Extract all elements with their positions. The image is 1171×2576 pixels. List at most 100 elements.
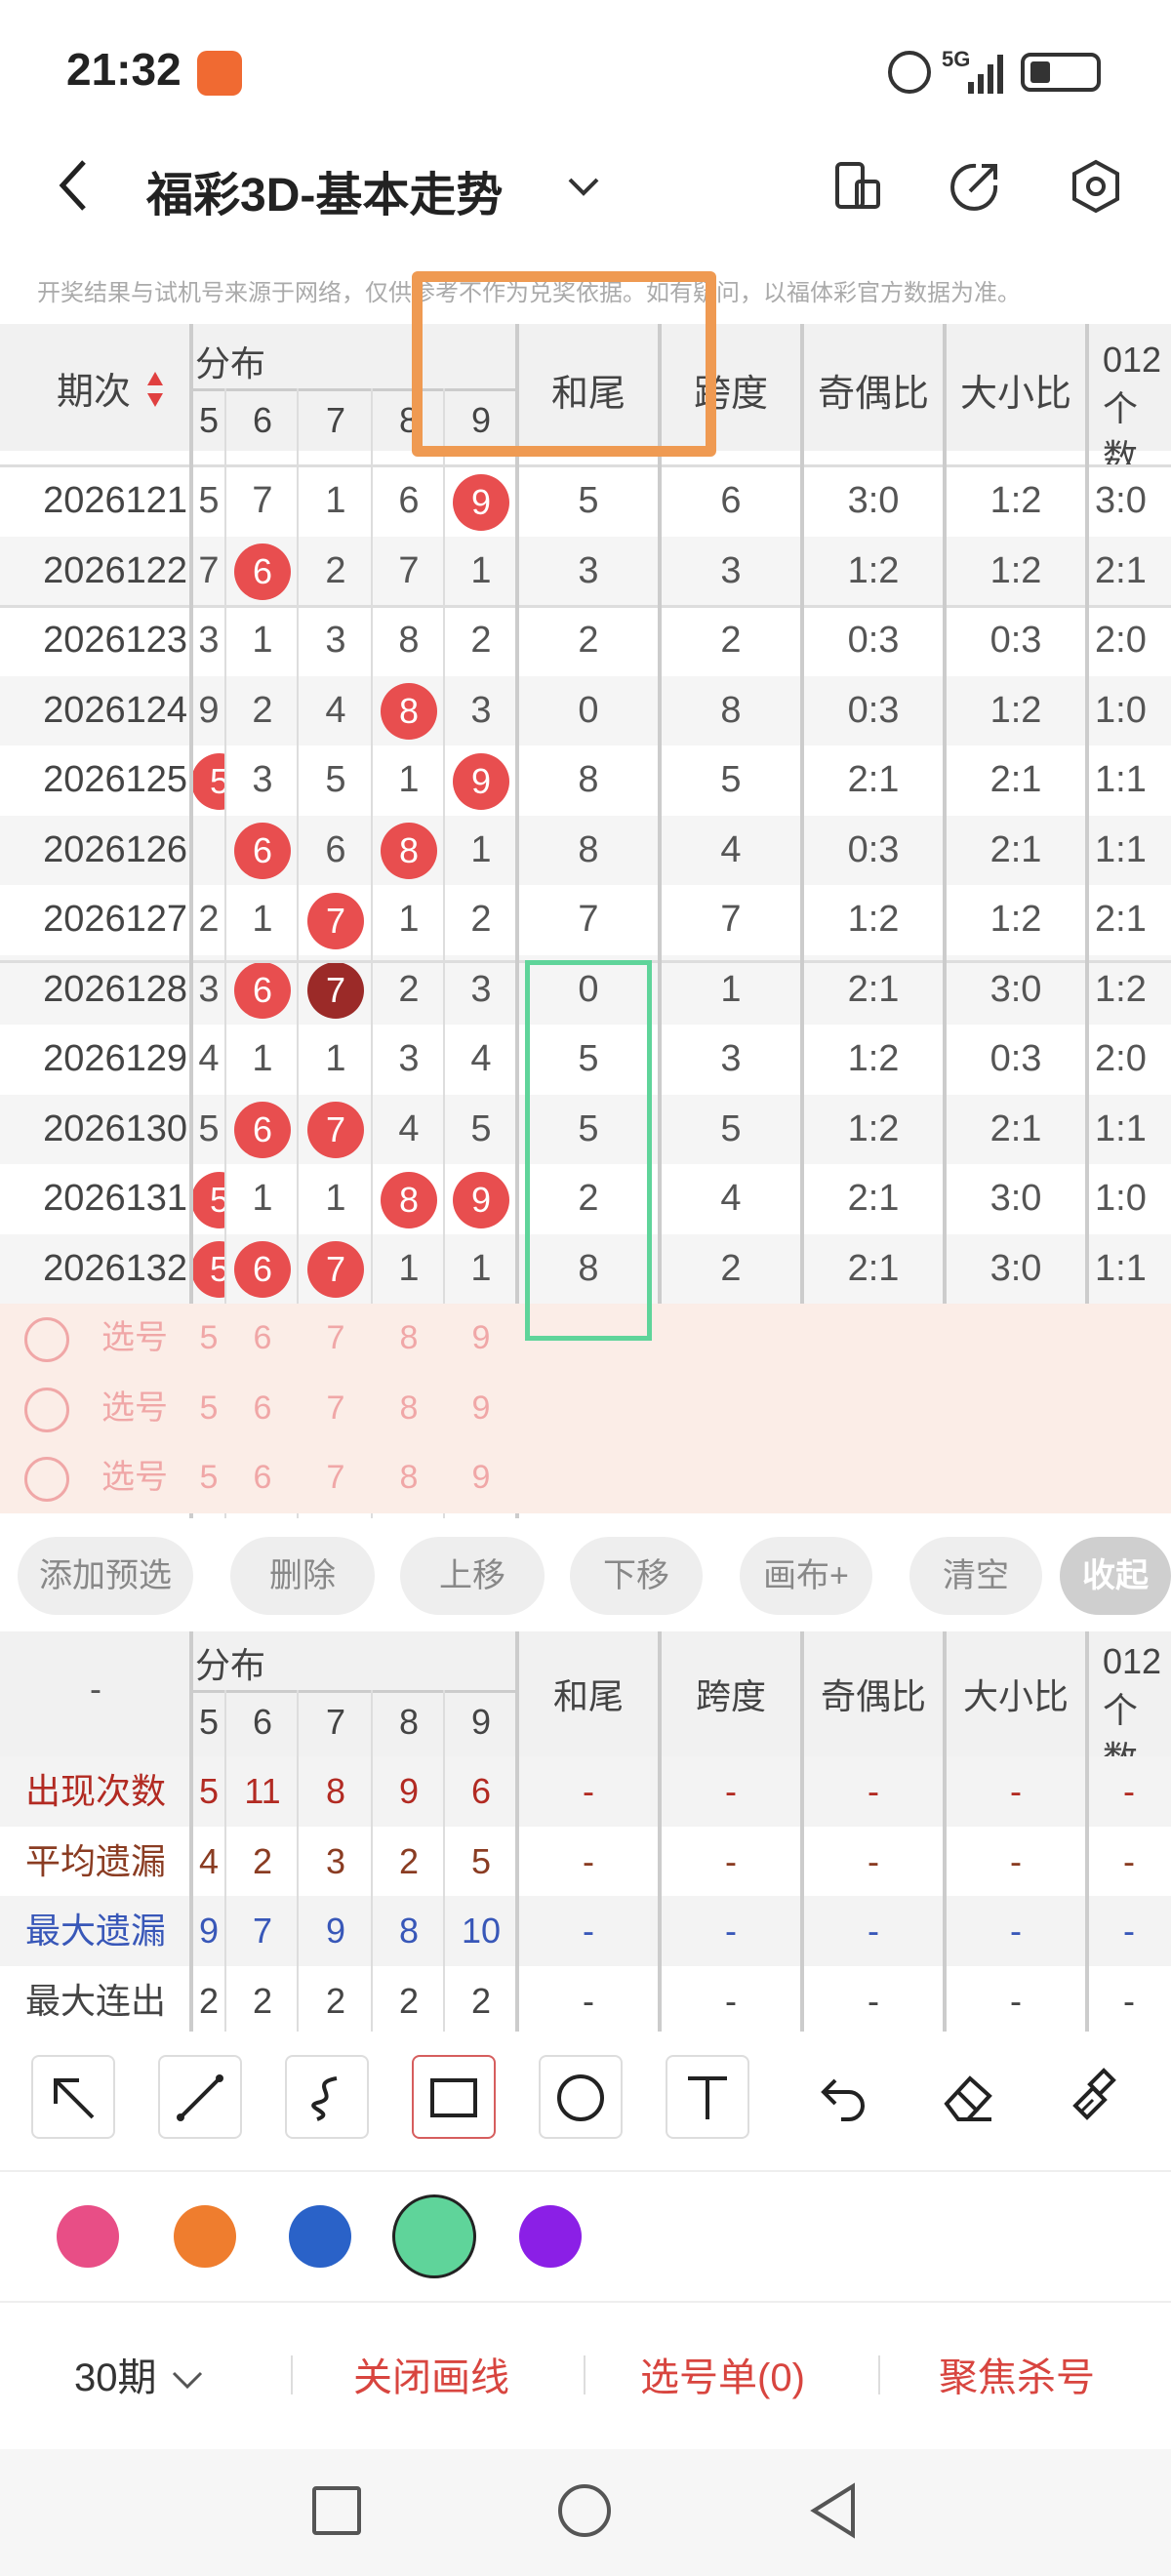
hit-ball: 7: [307, 1102, 364, 1159]
eraser-icon[interactable]: [939, 2067, 997, 2125]
row-divider: [0, 605, 1171, 608]
circle-tool-icon[interactable]: [539, 2055, 623, 2139]
period-header-label: 期次: [57, 372, 132, 413]
stats-dash: -: [1010, 1911, 1022, 1951]
table-row[interactable]: 2026126 6 6 8 1 8 4 0:3 2:1 1:1: [0, 815, 1171, 885]
share-icon[interactable]: [947, 158, 1003, 215]
digit-cell: 5: [191, 1095, 226, 1165]
pick-digit[interactable]: 8: [373, 1374, 445, 1444]
miss-value: 3: [198, 620, 220, 661]
action-button[interactable]: 画布+: [740, 1537, 872, 1615]
pick-digit[interactable]: 9: [445, 1443, 517, 1513]
hewei-cell: 8: [578, 828, 599, 870]
rectangle-tool-icon[interactable]: [412, 2055, 496, 2139]
pick-radio[interactable]: [23, 1304, 70, 1374]
pick-digit[interactable]: 5: [191, 1304, 226, 1374]
table-row[interactable]: 2026127 2 1 7 1 2 7 7 1:2 1:2 2:1: [0, 885, 1171, 955]
color-swatch[interactable]: [289, 2205, 351, 2268]
color-swatch[interactable]: [57, 2205, 119, 2268]
pick-digit[interactable]: 7: [299, 1374, 373, 1444]
pick-digit[interactable]: 6: [226, 1443, 299, 1513]
stats-dash: -: [725, 1980, 737, 2021]
battery-icon: [1021, 53, 1101, 92]
pick-digit[interactable]: 9: [445, 1304, 517, 1374]
table-row[interactable]: 2026122 7 6 2 7 1 3 3 1:2 1:2 2:1: [0, 536, 1171, 606]
stats-digit-divider: [443, 1690, 445, 2032]
back-nav-icon[interactable]: [808, 2482, 859, 2539]
table-row[interactable]: 2026125 5 3 5 1 9 8 5 2:1 2:1 1:1: [0, 745, 1171, 816]
brush-clear-icon[interactable]: [1066, 2067, 1124, 2125]
freehand-tool-icon[interactable]: [285, 2055, 369, 2139]
pick-digit[interactable]: 8: [373, 1443, 445, 1513]
jiou-cell: 1:2: [847, 1107, 900, 1149]
pick-row[interactable]: 选号 5 6 7 8 9: [0, 1443, 1171, 1513]
pick-digit[interactable]: 9: [445, 1374, 517, 1444]
pick-radio[interactable]: [23, 1374, 70, 1444]
digit-cell: 1: [299, 1025, 373, 1095]
color-swatch[interactable]: [392, 2194, 476, 2278]
r012-cell: 2:1: [1095, 899, 1147, 940]
period-select-label: 30期: [74, 2356, 157, 2399]
pick-digit[interactable]: 7: [299, 1304, 373, 1374]
miss-value: 1: [252, 1038, 273, 1079]
focus-kill-button[interactable]: 聚焦杀号: [939, 2346, 1095, 2402]
device-switch-icon[interactable]: [831, 160, 884, 213]
sort-icon[interactable]: [145, 370, 165, 419]
period-cell: 2026123: [43, 620, 187, 661]
stats-value: 2: [325, 1980, 346, 2021]
stats-jiou-header: 奇偶比: [820, 1676, 926, 1716]
pick-digit[interactable]: 5: [191, 1374, 226, 1444]
undo-icon[interactable]: [812, 2067, 870, 2125]
pick-digit[interactable]: 6: [226, 1374, 299, 1444]
stats-dash: -: [583, 1911, 594, 1951]
chevron-down-icon[interactable]: [564, 166, 603, 205]
recent-apps-icon[interactable]: [312, 2486, 361, 2535]
line-tool-icon[interactable]: [158, 2055, 242, 2139]
hit-ball: 8: [381, 1171, 437, 1228]
miss-value: 4: [470, 1038, 492, 1079]
pick-list-button[interactable]: 选号单(0): [640, 2346, 805, 2402]
back-icon[interactable]: [55, 156, 94, 215]
action-button[interactable]: 上移: [400, 1537, 545, 1615]
miss-value: 3: [252, 759, 273, 800]
page-title[interactable]: 福彩3D-基本走势: [146, 156, 503, 224]
pick-digit[interactable]: 8: [373, 1304, 445, 1374]
digit-cell: 7: [226, 466, 299, 537]
pick-digit[interactable]: 7: [299, 1443, 373, 1513]
hit-ball: 9: [453, 752, 509, 810]
table-row[interactable]: 2026124 9 2 4 8 3 0 8 0:3 1:2 1:0: [0, 675, 1171, 745]
pick-digit[interactable]: 6: [226, 1304, 299, 1374]
pick-row[interactable]: 选号 5 6 7 8 9: [0, 1373, 1171, 1444]
distribution-digit-header: 7: [325, 400, 346, 440]
settings-icon[interactable]: [1068, 158, 1124, 215]
r012-header-line1: 012: [1103, 340, 1162, 380]
r012-cell: 2:0: [1095, 1038, 1147, 1079]
miss-value: 3: [198, 968, 220, 1010]
stats-digit-header: 7: [325, 1702, 346, 1742]
daxiao-cell: 3:0: [989, 1247, 1042, 1289]
period-header[interactable]: 期次: [57, 361, 165, 419]
stats-dash: -: [868, 1840, 879, 1881]
stats-dash: -: [1123, 1840, 1135, 1881]
close-lines-button[interactable]: 关闭画线: [353, 2346, 509, 2402]
action-button[interactable]: 下移: [570, 1537, 703, 1615]
miss-value: 1: [252, 620, 273, 661]
pick-digit[interactable]: 5: [191, 1443, 226, 1513]
table-row[interactable]: 2026121 5 7 1 6 9 5 6 3:0 1:2 3:0: [0, 466, 1171, 537]
kuadu-cell: 5: [720, 759, 742, 800]
column-divider: [658, 324, 662, 1309]
period-select[interactable]: 30期: [74, 2346, 207, 2402]
action-button[interactable]: 添加预选: [18, 1537, 193, 1615]
color-swatch[interactable]: [174, 2205, 236, 2268]
action-button[interactable]: 清空: [909, 1537, 1042, 1615]
action-button[interactable]: 删除: [230, 1537, 375, 1615]
text-tool-icon[interactable]: [666, 2055, 749, 2139]
home-icon[interactable]: [558, 2484, 611, 2537]
stats-value: 7: [252, 1911, 273, 1951]
pick-radio[interactable]: [23, 1443, 70, 1513]
arrow-tool-icon[interactable]: [31, 2055, 115, 2139]
color-swatch[interactable]: [519, 2205, 582, 2268]
action-button[interactable]: 收起: [1060, 1537, 1171, 1615]
table-row[interactable]: 2026123 3 1 3 8 2 2 2 0:3 0:3 2:0: [0, 606, 1171, 676]
r012-header: 012 个数: [1103, 336, 1171, 482]
